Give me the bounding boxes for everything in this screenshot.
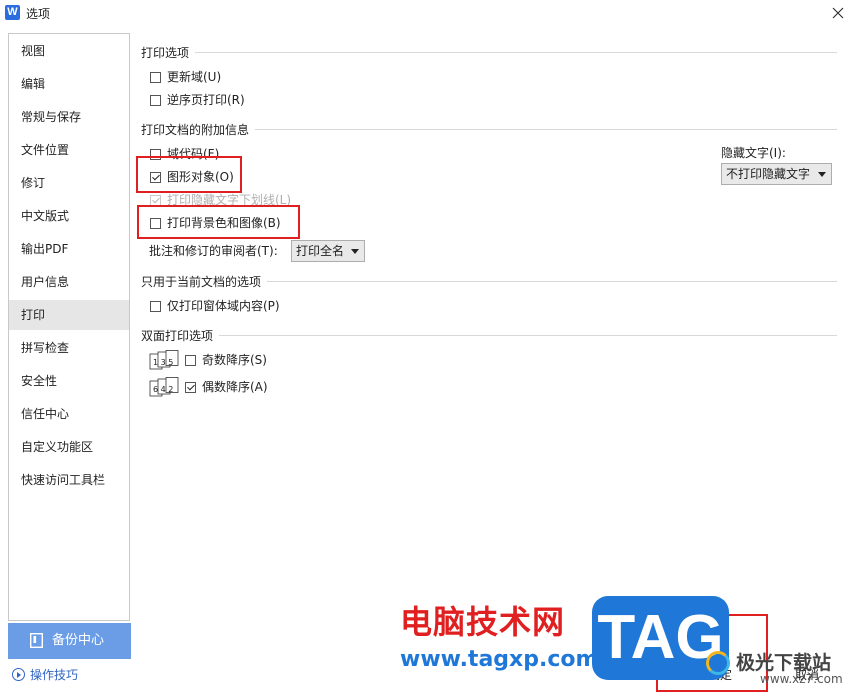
section-title: 只用于当前文档的选项 (141, 273, 268, 290)
checkbox-box (150, 218, 161, 229)
close-button[interactable] (826, 1, 850, 25)
print-background-checkbox[interactable]: 打印背景色和图像(B) (150, 214, 281, 232)
sidebar-item-file-locations[interactable]: 文件位置 (9, 135, 129, 165)
update-fields-checkbox[interactable]: 更新域(U) (150, 68, 221, 86)
sidebar-item-customize-ribbon[interactable]: 自定义功能区 (9, 432, 129, 462)
duplex-even-icon-digits: 6 4 2 (153, 385, 173, 394)
section-duplex: 双面打印选项 (141, 327, 837, 344)
sidebar-item-view[interactable]: 视图 (9, 36, 129, 66)
reverse-order-checkbox[interactable]: 逆序页打印(R) (150, 91, 245, 109)
sidebar-item-edit[interactable]: 编辑 (9, 69, 129, 99)
cancel-button[interactable]: 取消 (795, 664, 819, 686)
checkbox-label: 偶数降序(A) (202, 380, 268, 394)
duplex-odd-pages-icon: 1 3 5 (149, 350, 179, 370)
sidebar-item-spell-check[interactable]: 拼写检查 (9, 333, 129, 363)
checkbox-box (185, 355, 196, 366)
sidebar-item-export-pdf[interactable]: 输出PDF (9, 234, 129, 264)
operation-tips-label: 操作技巧 (30, 668, 79, 682)
checkbox-label: 逆序页打印(R) (167, 93, 245, 107)
duplex-even-pages-icon: 6 4 2 (149, 377, 179, 397)
checkbox-label: 打印隐藏文字下划线(L) (167, 193, 292, 207)
category-sidebar: 视图 编辑 常规与保存 文件位置 修订 中文版式 输出PDF 用户信息 打印 拼… (8, 33, 130, 621)
checkbox-box (150, 95, 161, 106)
backup-center-button[interactable]: 备份中心 (8, 623, 131, 659)
chevron-down-icon (818, 172, 826, 177)
even-pages-descending-checkbox[interactable]: 偶数降序(A) (185, 378, 268, 396)
sidebar-item-general-save[interactable]: 常规与保存 (9, 102, 129, 132)
section-title: 打印选项 (141, 44, 196, 61)
checkbox-label: 奇数降序(S) (202, 353, 267, 367)
backup-icon (30, 633, 43, 648)
reviewer-label: 批注和修订的审阅者(T): (149, 244, 278, 258)
ok-button[interactable]: 确定 (708, 664, 732, 686)
sidebar-item-trust-center[interactable]: 信任中心 (9, 399, 129, 429)
sidebar-item-chinese-layout[interactable]: 中文版式 (9, 201, 129, 231)
window-title: 选项 (26, 7, 51, 21)
sidebar-item-quick-access-toolbar[interactable]: 快速访问工具栏 (9, 465, 129, 495)
checkbox-label: 域代码(F) (167, 147, 220, 161)
section-title: 打印文档的附加信息 (141, 121, 256, 138)
duplex-odd-icon-digits: 1 3 5 (153, 358, 173, 367)
section-print-options: 打印选项 (141, 44, 837, 61)
section-current-document: 只用于当前文档的选项 (141, 273, 837, 290)
section-divider (141, 335, 837, 336)
dropdown-value: 打印全名 (296, 244, 345, 258)
checkbox-box (150, 72, 161, 83)
hidden-text-label: 隐藏文字(I): (721, 146, 786, 160)
sidebar-item-security[interactable]: 安全性 (9, 366, 129, 396)
wps-logo-icon: W (5, 5, 20, 20)
title-bar: W 选项 (0, 0, 855, 27)
checkbox-label: 仅打印窗体域内容(P) (167, 299, 280, 313)
watermark-site-url: www.tagxp.com (400, 647, 599, 672)
section-divider (141, 52, 837, 53)
checkbox-label: 打印背景色和图像(B) (167, 216, 281, 230)
checkbox-box (150, 195, 161, 206)
chevron-down-icon (351, 249, 359, 254)
form-data-only-checkbox[interactable]: 仅打印窗体域内容(P) (150, 297, 280, 315)
dropdown-value: 不打印隐藏文字 (726, 167, 811, 181)
checkbox-box (150, 301, 161, 312)
checkbox-box (150, 172, 161, 183)
checkbox-label: 图形对象(O) (167, 170, 234, 184)
sidebar-item-print[interactable]: 打印 (9, 300, 129, 330)
print-settings-panel: 打印选项 更新域(U) 逆序页打印(R) 打印文档的附加信息 域代码(F) 图形… (131, 33, 847, 621)
hidden-text-dropdown[interactable]: 不打印隐藏文字 (721, 163, 832, 185)
sidebar-item-user-info[interactable]: 用户信息 (9, 267, 129, 297)
checkbox-label: 更新域(U) (167, 70, 222, 84)
backup-center-label: 备份中心 (52, 633, 105, 648)
field-codes-checkbox[interactable]: 域代码(F) (150, 145, 219, 163)
sidebar-item-revisions[interactable]: 修订 (9, 168, 129, 198)
close-icon (832, 7, 844, 19)
odd-pages-descending-checkbox[interactable]: 奇数降序(S) (185, 351, 267, 369)
operation-tips-link[interactable]: 操作技巧 (12, 666, 78, 684)
play-circle-icon (12, 668, 25, 681)
section-title: 双面打印选项 (141, 327, 220, 344)
drawing-objects-checkbox[interactable]: 图形对象(O) (150, 168, 234, 186)
checkbox-box (150, 149, 161, 160)
reviewer-dropdown[interactable]: 打印全名 (291, 240, 365, 262)
hidden-text-underline-checkbox: 打印隐藏文字下划线(L) (150, 191, 291, 209)
section-additional-info: 打印文档的附加信息 (141, 121, 837, 138)
checkbox-box (185, 382, 196, 393)
